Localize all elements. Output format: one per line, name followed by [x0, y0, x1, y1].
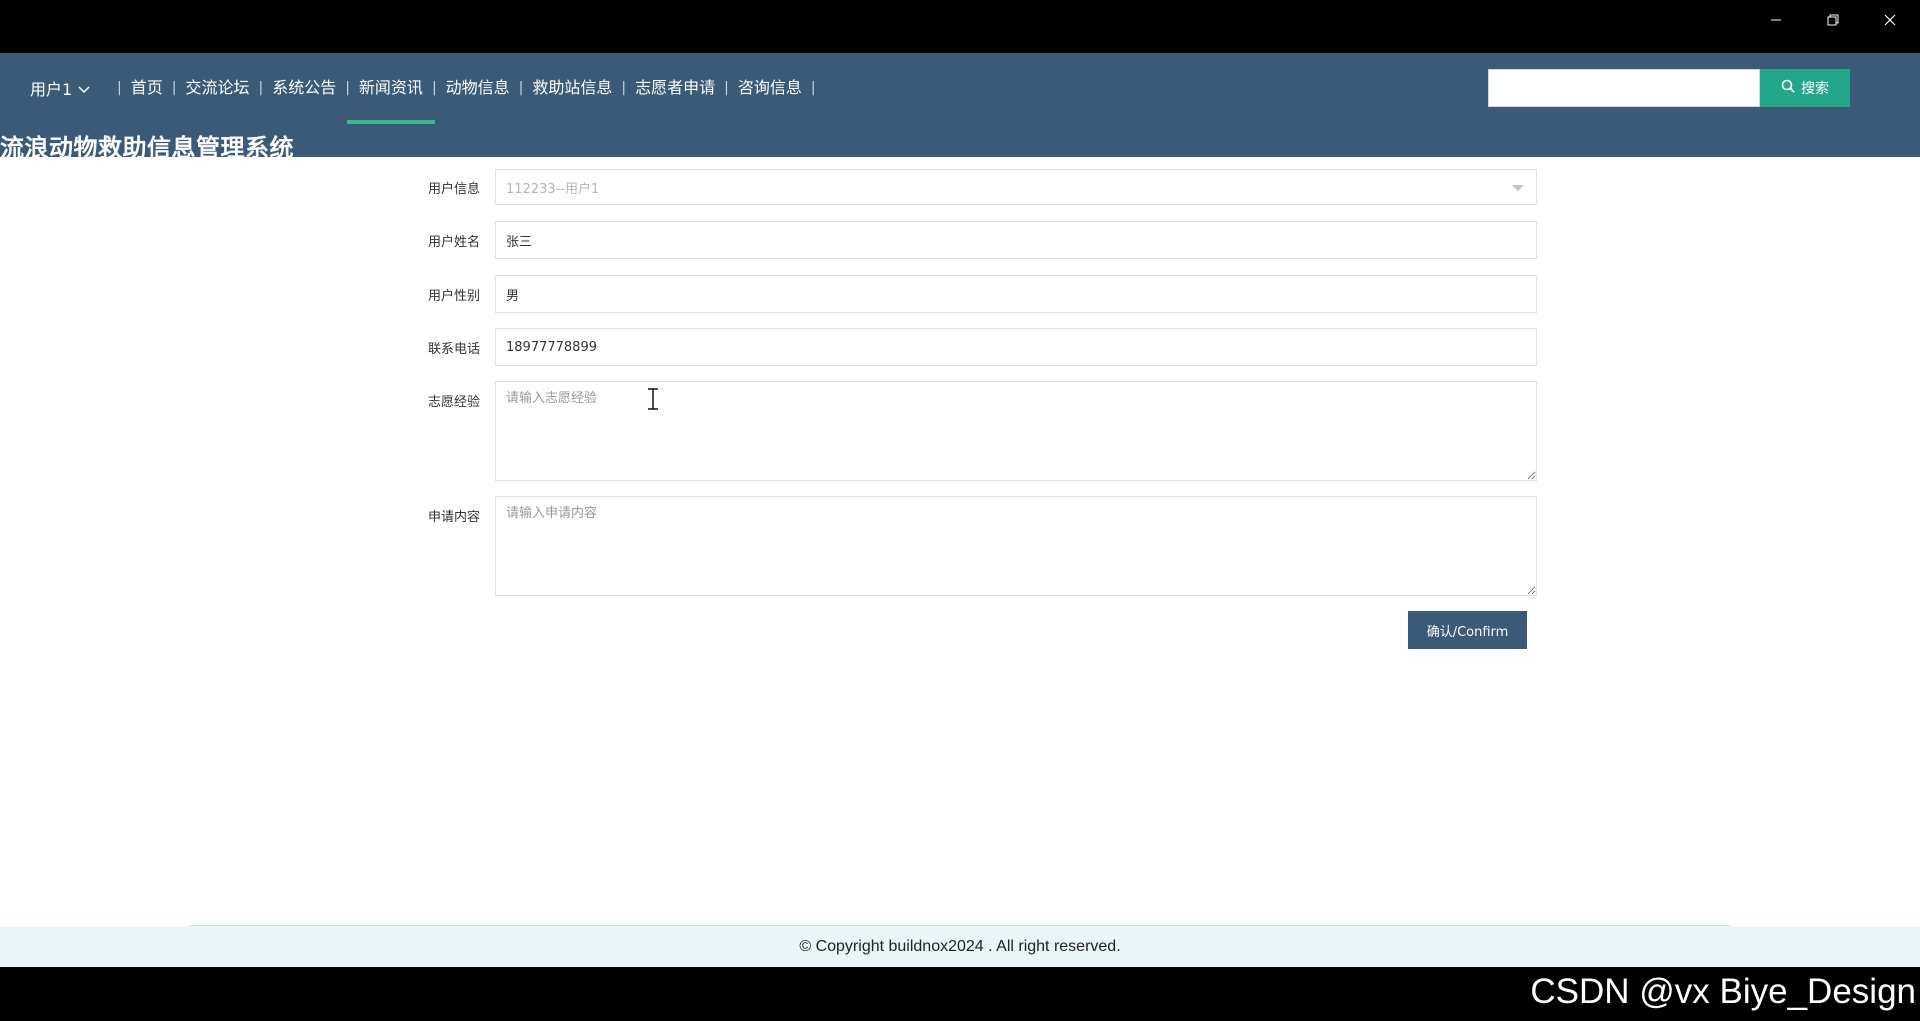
nav-item-forum[interactable]: 交流论坛 — [185, 73, 249, 103]
nav-item-volunteer-apply[interactable]: 志愿者申请 — [635, 73, 715, 103]
search-button[interactable]: 搜索 — [1760, 69, 1850, 107]
search-button-label: 搜索 — [1801, 81, 1829, 97]
user-menu[interactable]: 用户1 — [30, 73, 90, 103]
restore-icon[interactable] — [1805, 0, 1861, 40]
window-titlebar — [0, 0, 1920, 53]
dropdown-arrow-icon — [1512, 185, 1524, 191]
nav-separator: | — [518, 80, 524, 96]
main-nav: | 首页 | 交流论坛 | 系统公告 | 新闻资讯 | 动物信息 | 救助站信息… — [108, 73, 825, 124]
chevron-down-icon — [78, 79, 90, 98]
content-textarea[interactable] — [495, 496, 1537, 596]
phone-label: 联系电话 — [427, 342, 480, 357]
nav-separator: | — [171, 80, 177, 96]
content-label: 申请内容 — [427, 510, 480, 525]
nav-item-rescue-stations[interactable]: 救助站信息 — [532, 73, 612, 103]
user-name-label: 用户姓名 — [427, 235, 480, 250]
nav-item-news[interactable]: 新闻资讯 — [346, 73, 435, 124]
top-nav-header: 用户1 | 首页 | 交流论坛 | 系统公告 | 新闻资讯 | 动物信息 | 救… — [0, 53, 1920, 162]
search-input[interactable] — [1488, 69, 1760, 107]
copyright-text: © Copyright buildnox2024 . All right res… — [799, 937, 1121, 955]
text-cursor-icon — [646, 387, 660, 414]
nav-separator: | — [431, 80, 437, 96]
user-info-label: 用户信息 — [427, 182, 480, 197]
confirm-button[interactable]: 确认/Confirm — [1408, 611, 1527, 649]
nav-separator: | — [810, 80, 816, 96]
nav-separator: | — [621, 80, 627, 96]
user-info-select[interactable]: 112233--用户1 — [495, 169, 1537, 205]
experience-label: 志愿经验 — [427, 395, 480, 410]
nav-separator: | — [345, 80, 350, 96]
nav-item-animals[interactable]: 动物信息 — [446, 73, 510, 103]
nav-separator: | — [724, 80, 729, 96]
user-gender-label: 用户性别 — [427, 289, 480, 304]
user-info-value: 112233--用户1 — [506, 181, 600, 197]
user-gender-field[interactable] — [495, 275, 1537, 313]
search-icon — [1781, 79, 1795, 97]
nav-item-announcements[interactable]: 系统公告 — [272, 73, 336, 103]
phone-field[interactable] — [495, 328, 1537, 366]
nav-separator: | — [258, 80, 264, 96]
user-menu-label: 用户1 — [30, 80, 73, 99]
minimize-icon[interactable] — [1748, 0, 1804, 40]
footer: © Copyright buildnox2024 . All right res… — [0, 926, 1920, 967]
site-title: 流浪动物救助信息管理系统 — [0, 134, 294, 162]
nav-item-home[interactable]: 首页 — [131, 73, 163, 103]
close-icon[interactable] — [1862, 0, 1918, 40]
watermark-text: CSDN @vx Biye_Design — [1530, 972, 1916, 1011]
nav-separator: | — [117, 80, 122, 96]
nav-item-consultation[interactable]: 咨询信息 — [738, 73, 802, 103]
user-name-field[interactable] — [495, 221, 1537, 259]
